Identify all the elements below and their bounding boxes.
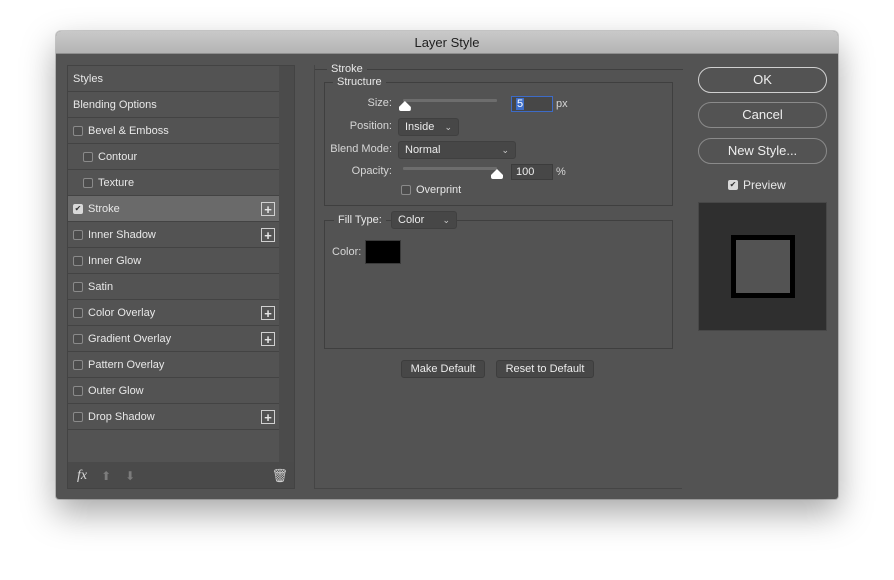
style-checkbox[interactable]: [83, 151, 93, 162]
fill-type-select[interactable]: Color ⌄: [391, 211, 457, 229]
layer-style-dialog: Layer Style Styles Blending Options Bevel …: [56, 31, 838, 499]
style-item-texture[interactable]: Texture: [68, 170, 279, 196]
stroke-section-title: Stroke: [327, 63, 367, 75]
styles-list-panel: Styles Blending Options Bevel & Emboss Cont…: [67, 65, 295, 489]
make-default-button[interactable]: Make Default: [401, 360, 485, 378]
style-checkbox[interactable]: [73, 229, 83, 240]
style-checkbox[interactable]: [83, 177, 93, 188]
new-style-button[interactable]: New Style...: [698, 138, 827, 164]
chevron-down-icon: ⌄: [444, 122, 452, 132]
style-checkbox[interactable]: [73, 359, 83, 370]
style-item-label: Bevel & Emboss: [88, 124, 169, 137]
style-item-label: Blending Options: [73, 98, 157, 111]
style-item-stroke[interactable]: Stroke +: [68, 196, 279, 222]
style-item-bevel-emboss[interactable]: Bevel & Emboss: [68, 118, 279, 144]
opacity-value: 100: [516, 166, 535, 178]
style-checkbox[interactable]: [73, 307, 83, 318]
overprint-label: Overprint: [416, 184, 462, 196]
styles-list-footer: fx ⬆ ⬇ 🗑: [68, 462, 294, 489]
style-item-label: Color Overlay: [88, 306, 156, 319]
opacity-input[interactable]: 100: [511, 164, 553, 180]
style-item-label: Pattern Overlay: [88, 358, 165, 371]
reset-to-default-button[interactable]: Reset to Default: [496, 360, 594, 378]
style-item-color-overlay[interactable]: Color Overlay +: [68, 300, 279, 326]
styles-list: Styles Blending Options Bevel & Emboss Cont…: [68, 66, 279, 462]
preview-checkbox-box[interactable]: [728, 180, 738, 190]
style-checkbox[interactable]: [73, 255, 83, 266]
style-preview: [698, 202, 827, 331]
style-item-pattern-overlay[interactable]: Pattern Overlay: [68, 352, 279, 378]
opacity-label: Opacity:: [351, 165, 392, 177]
style-checkbox[interactable]: [73, 125, 83, 136]
fill-type-value: Color: [398, 214, 425, 226]
stroke-settings-panel: Stroke Structure Size: 5 px Position: In…: [314, 63, 683, 489]
trash-icon[interactable]: 🗑: [271, 468, 288, 484]
blend-mode-value: Normal: [405, 144, 441, 156]
chevron-down-icon: ⌄: [501, 145, 509, 155]
style-item-outer-glow[interactable]: Outer Glow: [68, 378, 279, 404]
color-swatch[interactable]: [365, 240, 401, 264]
arrow-down-icon[interactable]: ⬇: [125, 469, 135, 483]
preview-checkbox[interactable]: Preview: [728, 178, 786, 192]
style-item-label: Drop Shadow: [88, 410, 155, 423]
style-item-label: Texture: [98, 176, 135, 189]
color-label: Color:: [332, 246, 362, 258]
preview-thumbnail: [731, 235, 795, 298]
styles-list-scrollbar[interactable]: [279, 66, 294, 462]
overprint-checkbox[interactable]: Overprint: [401, 184, 461, 196]
structure-section-title: Structure: [333, 76, 386, 88]
add-effect-icon[interactable]: +: [261, 306, 275, 320]
style-checkbox[interactable]: [73, 281, 83, 292]
position-select[interactable]: Inside ⌄: [398, 118, 459, 136]
blend-mode-select[interactable]: Normal ⌄: [398, 141, 516, 159]
size-unit: px: [556, 98, 568, 110]
opacity-slider[interactable]: [403, 167, 497, 170]
style-item-styles[interactable]: Styles: [68, 66, 279, 92]
opacity-unit: %: [556, 166, 566, 178]
style-item-contour[interactable]: Contour: [68, 144, 279, 170]
add-effect-icon[interactable]: +: [261, 228, 275, 242]
overprint-checkbox-box[interactable]: [401, 185, 411, 195]
style-item-gradient-overlay[interactable]: Gradient Overlay +: [68, 326, 279, 352]
size-slider[interactable]: [403, 99, 497, 102]
dialog-title: Layer Style: [56, 31, 838, 54]
ok-button[interactable]: OK: [698, 67, 827, 93]
style-checkbox[interactable]: [73, 333, 83, 344]
style-checkbox[interactable]: [73, 385, 83, 396]
style-item-label: Styles: [73, 72, 103, 85]
add-effect-icon[interactable]: +: [261, 410, 275, 424]
style-item-label: Stroke: [88, 202, 120, 215]
size-input[interactable]: 5: [511, 96, 553, 112]
size-value: 5: [516, 98, 525, 110]
preview-label: Preview: [743, 178, 786, 192]
style-item-inner-glow[interactable]: Inner Glow: [68, 248, 279, 274]
style-item-drop-shadow[interactable]: Drop Shadow +: [68, 404, 279, 430]
position-value: Inside: [405, 121, 435, 133]
arrow-up-icon[interactable]: ⬆: [101, 469, 111, 483]
position-label: Position:: [349, 120, 392, 132]
add-effect-icon[interactable]: +: [261, 202, 275, 216]
add-effect-icon[interactable]: +: [261, 332, 275, 346]
style-item-label: Contour: [98, 150, 138, 163]
style-item-label: Outer Glow: [88, 384, 144, 397]
style-item-blending-options[interactable]: Blending Options: [68, 92, 279, 118]
style-item-label: Satin: [88, 280, 114, 293]
style-checkbox[interactable]: [73, 203, 83, 214]
size-label: Size:: [367, 97, 392, 109]
blend-mode-label: Blend Mode:: [330, 143, 392, 155]
style-checkbox[interactable]: [73, 411, 83, 422]
style-item-inner-shadow[interactable]: Inner Shadow +: [68, 222, 279, 248]
fill-type-label: Fill Type:: [334, 214, 386, 226]
cancel-button[interactable]: Cancel: [698, 102, 827, 128]
style-item-label: Inner Shadow: [88, 228, 156, 241]
chevron-down-icon: ⌄: [442, 215, 450, 225]
fx-button[interactable]: fx: [77, 468, 87, 484]
style-item-label: Inner Glow: [88, 254, 142, 267]
style-item-satin[interactable]: Satin: [68, 274, 279, 300]
style-item-label: Gradient Overlay: [88, 332, 172, 345]
